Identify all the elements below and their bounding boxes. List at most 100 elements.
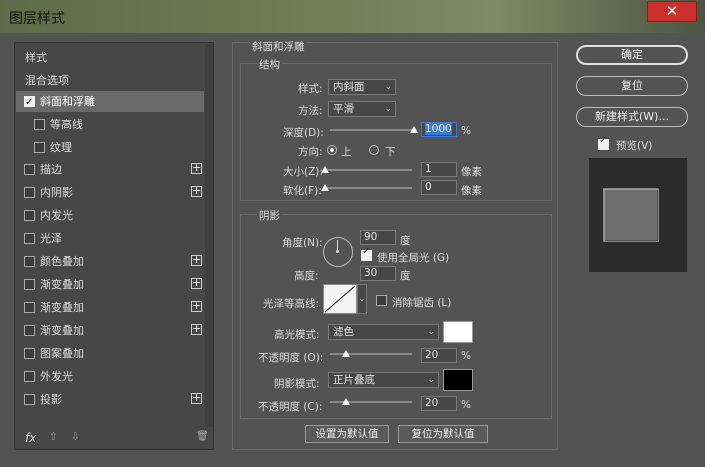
altitude-unit: 度	[400, 270, 411, 282]
move-up-icon[interactable]: ⇧	[49, 431, 58, 443]
depth-label: 深度(D):	[283, 127, 324, 139]
style-list-checkbox[interactable]	[24, 325, 35, 336]
style-list-label: 斜面和浮雕	[40, 95, 95, 108]
reset-default-button[interactable]: 复位为默认值	[398, 425, 488, 443]
style-value: 内斜面	[333, 81, 365, 93]
reset-button[interactable]: 复位	[576, 76, 688, 96]
style-list-checkbox[interactable]	[24, 92, 35, 113]
style-list-checkbox[interactable]	[24, 394, 35, 405]
style-list-checkbox[interactable]	[24, 256, 35, 267]
style-list: 样式混合选项斜面和浮雕等高线纹理描边+内阴影+内发光光泽颜色叠加+渐变叠加+渐变…	[14, 42, 214, 450]
style-list-item[interactable]: 描边 +	[16, 159, 204, 180]
soften-slider[interactable]	[325, 187, 412, 189]
highlight-opacity-thumb[interactable]	[342, 350, 351, 357]
style-list-item[interactable]: 渐变叠加 +	[16, 297, 204, 318]
method-label: 方法:	[298, 105, 323, 117]
style-list-item[interactable]: 渐变叠加 +	[16, 320, 204, 341]
style-list-checkbox[interactable]	[34, 119, 45, 130]
style-list-checkbox[interactable]	[24, 164, 35, 175]
gloss-contour-picker[interactable]	[323, 284, 357, 314]
antialias-checkbox[interactable]	[376, 295, 387, 306]
size-slider[interactable]	[325, 169, 412, 171]
style-list-item[interactable]: 斜面和浮雕	[16, 91, 204, 113]
size-label: 大小(Z):	[283, 166, 323, 178]
antialias-label: 消除锯齿 (L)	[392, 297, 452, 309]
highlight-opacity-unit: %	[461, 350, 471, 362]
direction-down-radio[interactable]	[369, 145, 379, 155]
style-list-label: 渐变叠加	[40, 324, 84, 337]
angle-input[interactable]: 90	[360, 230, 396, 245]
style-select[interactable]: 内斜面 ⌄	[328, 79, 396, 95]
add-icon[interactable]: +	[191, 300, 202, 312]
preview-area	[589, 158, 687, 272]
style-list-checkbox[interactable]	[24, 187, 35, 198]
style-list-checkbox[interactable]	[24, 348, 35, 359]
trash-icon[interactable]: 🗑	[196, 431, 209, 442]
style-list-item[interactable]: 图案叠加	[16, 343, 204, 364]
highlight-opacity-input[interactable]: 20	[421, 348, 457, 363]
style-list-checkbox[interactable]	[24, 302, 35, 313]
style-list-label: 内阴影	[40, 186, 73, 199]
chevron-down-icon[interactable]: ⌄	[357, 284, 367, 314]
set-default-button[interactable]: 设置为默认值	[305, 425, 389, 443]
soften-input[interactable]: 0	[421, 180, 457, 195]
gloss-contour-label: 光泽等高线:	[263, 298, 320, 310]
new-style-button[interactable]: 新建样式(W)...	[576, 107, 688, 127]
soften-slider-thumb[interactable]	[321, 184, 329, 191]
add-icon[interactable]: +	[191, 254, 202, 266]
shadow-opacity-input[interactable]: 20	[421, 396, 457, 411]
style-list-item[interactable]: 内阴影 +	[16, 182, 204, 203]
add-icon[interactable]: +	[191, 185, 202, 197]
style-list-item[interactable]: 渐变叠加 +	[16, 274, 204, 295]
style-list-item[interactable]: 混合选项	[16, 70, 204, 91]
style-list-checkbox[interactable]	[24, 371, 35, 382]
depth-input[interactable]: 1000	[421, 122, 457, 137]
style-list-item[interactable]: 光泽	[16, 228, 204, 249]
style-list-label: 颜色叠加	[40, 255, 84, 268]
style-list-item[interactable]: 等高线	[16, 114, 204, 135]
global-light-checkbox[interactable]	[361, 246, 372, 261]
method-select[interactable]: 平滑 ⌄	[328, 101, 396, 117]
style-list-item[interactable]: 颜色叠加 +	[16, 251, 204, 272]
style-list-item[interactable]: 样式	[16, 47, 204, 68]
add-icon[interactable]: +	[191, 277, 202, 289]
style-list-item[interactable]: 内发光	[16, 205, 204, 226]
fx-icon[interactable]: fx	[25, 431, 36, 445]
move-down-icon[interactable]: ⇩	[71, 431, 80, 443]
style-list-item[interactable]: 纹理	[16, 137, 204, 158]
close-button[interactable]: ✕	[647, 1, 697, 22]
shadow-mode-select[interactable]: 正片叠底 ⌄	[328, 372, 439, 388]
depth-slider-thumb[interactable]	[410, 126, 418, 133]
altitude-input[interactable]: 30	[360, 266, 396, 281]
scrollbar[interactable]	[205, 44, 213, 427]
add-icon[interactable]: +	[191, 323, 202, 335]
highlight-mode-value: 滤色	[333, 326, 354, 338]
style-list-checkbox[interactable]	[24, 279, 35, 290]
style-list-checkbox[interactable]	[24, 233, 35, 244]
add-icon[interactable]: +	[191, 392, 202, 404]
preview-thumbnail	[603, 188, 659, 242]
style-list-label: 等高线	[50, 118, 83, 131]
style-list-label: 投影	[40, 393, 62, 406]
direction-up-radio[interactable]	[327, 145, 337, 155]
preview-checkbox[interactable]	[598, 135, 609, 150]
depth-slider[interactable]	[330, 129, 414, 131]
angle-label: 角度(N):	[282, 237, 323, 249]
ok-button[interactable]: 确定	[576, 45, 688, 65]
style-list-checkbox[interactable]	[34, 142, 45, 153]
add-icon[interactable]: +	[191, 162, 202, 174]
bevel-heading: 斜面和浮雕	[250, 39, 307, 54]
highlight-color-swatch[interactable]	[443, 321, 473, 343]
style-list-item[interactable]: 投影 +	[16, 389, 204, 410]
style-list-footer: fx ⇧ ⇩ 🗑	[14, 429, 214, 449]
style-list-item[interactable]: 外发光	[16, 366, 204, 387]
shadow-color-swatch[interactable]	[443, 369, 473, 391]
angle-dial[interactable]	[323, 237, 353, 267]
size-input[interactable]: 1	[421, 162, 457, 177]
style-list-checkbox[interactable]	[24, 210, 35, 221]
highlight-mode-select[interactable]: 滤色 ⌄	[328, 324, 439, 340]
shadow-opacity-thumb[interactable]	[342, 398, 351, 405]
size-slider-thumb[interactable]	[321, 166, 329, 173]
style-list-label: 渐变叠加	[40, 278, 84, 291]
window-title: 图层样式	[9, 11, 65, 27]
